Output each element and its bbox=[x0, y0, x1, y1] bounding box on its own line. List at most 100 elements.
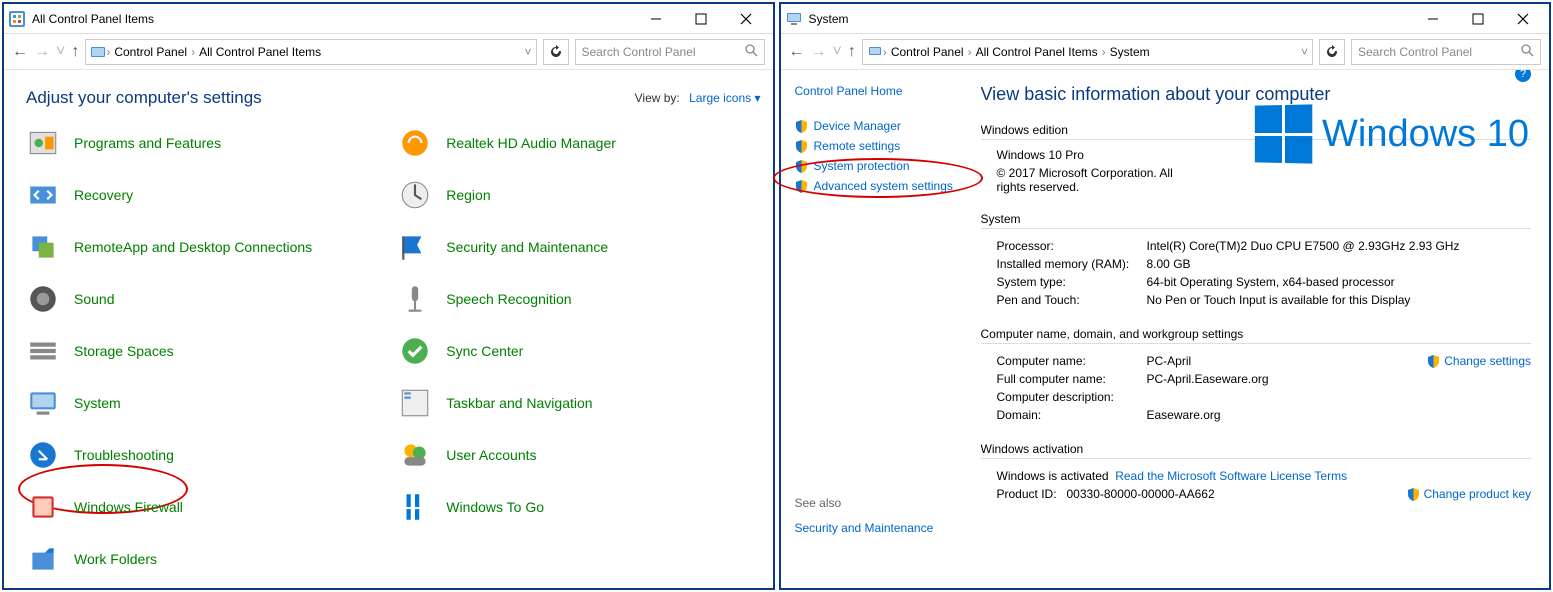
address-icon bbox=[867, 44, 883, 60]
breadcrumb[interactable]: System bbox=[1106, 45, 1154, 59]
search-icon bbox=[1521, 44, 1534, 60]
sidebar: Control Panel Home Device ManagerRemote … bbox=[781, 70, 981, 588]
control-panel-home-link[interactable]: Control Panel Home bbox=[795, 84, 971, 98]
refresh-button[interactable] bbox=[1319, 39, 1345, 65]
control-panel-icon bbox=[8, 10, 26, 28]
page-heading: Adjust your computer's settings bbox=[26, 88, 635, 108]
titlebar[interactable]: All Control Panel Items bbox=[4, 4, 773, 34]
cp-item-sync-center[interactable]: Sync Center bbox=[398, 334, 760, 368]
back-button[interactable]: ← bbox=[789, 43, 805, 61]
group-heading: System bbox=[981, 212, 1532, 229]
chevron-down-icon[interactable]: ˅ bbox=[1301, 45, 1308, 59]
chevron-down-icon[interactable]: ˅ bbox=[524, 45, 531, 59]
cp-item-windows-firewall[interactable]: Windows Firewall bbox=[26, 490, 388, 524]
breadcrumb[interactable]: Control Panel bbox=[887, 45, 968, 59]
forward-button[interactable]: → bbox=[811, 43, 827, 61]
item-label: Windows Firewall bbox=[74, 499, 183, 516]
sidebar-link-remote-settings[interactable]: Remote settings bbox=[795, 136, 971, 156]
system-group: System Processor:Intel(R) Core(TM)2 Duo … bbox=[981, 212, 1532, 309]
recent-dropdown[interactable]: ˅ bbox=[56, 43, 65, 61]
search-input[interactable]: Search Control Panel bbox=[575, 39, 765, 65]
maximize-button[interactable] bbox=[679, 5, 724, 33]
cp-item-windows-to-go[interactable]: Windows To Go bbox=[398, 490, 760, 524]
minimize-button[interactable] bbox=[634, 5, 679, 33]
windows-edition-group: Windows edition Windows 10 Windows 10 Pr… bbox=[981, 123, 1532, 194]
cp-item-system[interactable]: System bbox=[26, 386, 388, 420]
item-icon bbox=[26, 542, 60, 576]
see-also-link[interactable]: Security and Maintenance bbox=[795, 518, 971, 538]
forward-button[interactable]: → bbox=[34, 43, 50, 61]
item-label: Troubleshooting bbox=[74, 447, 174, 464]
window-title: System bbox=[809, 12, 1411, 26]
item-label: Security and Maintenance bbox=[446, 239, 608, 256]
item-label: Storage Spaces bbox=[74, 343, 174, 360]
recent-dropdown[interactable]: ˅ bbox=[833, 43, 842, 61]
group-heading: Windows activation bbox=[981, 442, 1532, 459]
shield-icon bbox=[795, 140, 808, 153]
item-label: Sound bbox=[74, 291, 114, 308]
help-icon[interactable]: ? bbox=[1515, 70, 1531, 82]
maximize-button[interactable] bbox=[1455, 5, 1500, 33]
minimize-button[interactable] bbox=[1410, 5, 1455, 33]
nav-row: ← → ˅ ↑ › Control Panel › All Control Pa… bbox=[781, 34, 1550, 70]
item-icon bbox=[26, 230, 60, 264]
activation-group: Windows activation Windows is activated … bbox=[981, 442, 1532, 503]
address-bar[interactable]: › Control Panel › All Control Panel Item… bbox=[862, 39, 1313, 65]
group-heading: Computer name, domain, and workgroup set… bbox=[981, 327, 1532, 344]
cp-item-taskbar-and-navigation[interactable]: Taskbar and Navigation bbox=[398, 386, 760, 420]
system-content: ? View basic information about your comp… bbox=[981, 70, 1550, 588]
cp-item-security-and-maintenance[interactable]: Security and Maintenance bbox=[398, 230, 760, 264]
item-label: Taskbar and Navigation bbox=[446, 395, 592, 412]
change-settings-link[interactable]: Change settings bbox=[1427, 354, 1531, 368]
copyright: © 2017 Microsoft Corporation. All rights… bbox=[997, 166, 1197, 194]
content-area: Adjust your computer's settings View by:… bbox=[4, 70, 773, 588]
up-button[interactable]: ↑ bbox=[71, 43, 79, 61]
cp-item-work-folders[interactable]: Work Folders bbox=[26, 542, 388, 576]
item-icon bbox=[26, 178, 60, 212]
item-label: Work Folders bbox=[74, 551, 157, 568]
shield-icon bbox=[795, 160, 808, 173]
item-label: Programs and Features bbox=[74, 135, 221, 152]
search-placeholder: Search Control Panel bbox=[1358, 45, 1472, 59]
address-icon bbox=[90, 44, 106, 60]
breadcrumb[interactable]: Control Panel bbox=[110, 45, 191, 59]
item-icon bbox=[398, 490, 432, 524]
item-icon bbox=[398, 438, 432, 472]
change-product-key-link[interactable]: Change product key bbox=[1407, 487, 1531, 501]
cp-item-troubleshooting[interactable]: Troubleshooting bbox=[26, 438, 388, 472]
sidebar-link-system-protection[interactable]: System protection bbox=[795, 156, 971, 176]
item-label: Realtek HD Audio Manager bbox=[446, 135, 616, 152]
cp-item-speech-recognition[interactable]: Speech Recognition bbox=[398, 282, 760, 316]
address-bar[interactable]: › Control Panel › All Control Panel Item… bbox=[85, 39, 536, 65]
cp-item-realtek-hd-audio-manager[interactable]: Realtek HD Audio Manager bbox=[398, 126, 760, 160]
shield-icon bbox=[1407, 488, 1420, 501]
window-title: All Control Panel Items bbox=[32, 12, 634, 26]
item-icon bbox=[398, 230, 432, 264]
breadcrumb[interactable]: All Control Panel Items bbox=[195, 45, 325, 59]
cp-item-remoteapp-and-desktop-connections[interactable]: RemoteApp and Desktop Connections bbox=[26, 230, 388, 264]
sidebar-link-device-manager[interactable]: Device Manager bbox=[795, 116, 971, 136]
close-button[interactable] bbox=[1500, 5, 1545, 33]
cp-item-user-accounts[interactable]: User Accounts bbox=[398, 438, 760, 472]
cp-item-sound[interactable]: Sound bbox=[26, 282, 388, 316]
sidebar-link-advanced-system-settings[interactable]: Advanced system settings bbox=[795, 176, 971, 196]
cp-item-programs-and-features[interactable]: Programs and Features bbox=[26, 126, 388, 160]
titlebar[interactable]: System bbox=[781, 4, 1550, 34]
back-button[interactable]: ← bbox=[12, 43, 28, 61]
search-input[interactable]: Search Control Panel bbox=[1351, 39, 1541, 65]
license-terms-link[interactable]: Read the Microsoft Software License Term… bbox=[1115, 469, 1347, 483]
item-label: Speech Recognition bbox=[446, 291, 571, 308]
item-label: User Accounts bbox=[446, 447, 536, 464]
up-button[interactable]: ↑ bbox=[848, 43, 856, 61]
viewby-label: View by: bbox=[635, 91, 680, 105]
search-icon bbox=[745, 44, 758, 60]
cp-item-recovery[interactable]: Recovery bbox=[26, 178, 388, 212]
breadcrumb[interactable]: All Control Panel Items bbox=[972, 45, 1102, 59]
refresh-button[interactable] bbox=[543, 39, 569, 65]
shield-icon bbox=[795, 120, 808, 133]
close-button[interactable] bbox=[724, 5, 769, 33]
viewby-dropdown[interactable]: Large icons ▾ bbox=[689, 91, 760, 105]
cp-item-region[interactable]: Region bbox=[398, 178, 760, 212]
control-panel-window: All Control Panel Items ← → ˅ ↑ › Contro… bbox=[2, 2, 775, 590]
cp-item-storage-spaces[interactable]: Storage Spaces bbox=[26, 334, 388, 368]
